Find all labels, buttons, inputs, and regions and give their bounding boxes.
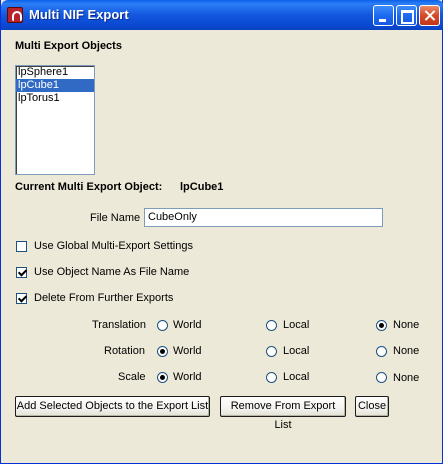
use-object-name-checkbox[interactable] xyxy=(16,267,27,278)
rotation-world-radio[interactable] xyxy=(157,346,168,357)
rotation-local-radio[interactable] xyxy=(266,346,277,357)
translation-none-radio[interactable] xyxy=(376,320,387,331)
scale-world-label: World xyxy=(173,371,202,383)
use-global-settings-checkbox[interactable] xyxy=(16,241,27,252)
list-item[interactable]: lpCube1 xyxy=(16,79,94,92)
export-objects-list[interactable]: lpSphere1 lpCube1 lpTorus1 xyxy=(15,65,95,175)
delete-from-further-checkbox[interactable] xyxy=(16,293,27,304)
multi-nif-export-window: Multi NIF Export Multi Export Objects lp… xyxy=(0,0,443,464)
rotation-label: Rotation xyxy=(104,345,145,357)
current-object-value: lpCube1 xyxy=(180,181,224,193)
list-item[interactable]: lpSphere1 xyxy=(16,66,94,79)
close-window-button[interactable] xyxy=(419,5,440,26)
translation-local-radio[interactable] xyxy=(266,320,277,331)
file-name-input[interactable]: CubeOnly xyxy=(144,208,383,227)
title-bar[interactable]: Multi NIF Export xyxy=(1,0,443,30)
use-global-settings-label: Use Global Multi-Export Settings xyxy=(34,240,193,252)
use-object-name-label: Use Object Name As File Name xyxy=(34,266,190,278)
rotation-none-label: None xyxy=(393,345,420,357)
translation-local-label: Local xyxy=(283,319,310,331)
add-selected-objects-button[interactable]: Add Selected Objects to the Export List xyxy=(15,396,210,417)
rotation-world-label: World xyxy=(173,345,202,357)
translation-label: Translation xyxy=(92,319,147,331)
objects-heading: Multi Export Objects xyxy=(15,40,122,52)
list-item[interactable]: lpTorus1 xyxy=(16,92,94,105)
scale-world-radio[interactable] xyxy=(157,372,168,383)
current-object-label: Current Multi Export Object: xyxy=(15,181,163,193)
scale-none-label: None xyxy=(393,372,420,384)
maximize-button[interactable] xyxy=(396,5,417,26)
scale-none-radio[interactable] xyxy=(376,372,387,383)
translation-world-label: World xyxy=(173,319,202,331)
app-icon xyxy=(7,7,23,23)
rotation-none-radio[interactable] xyxy=(376,346,387,357)
rotation-local-label: Local xyxy=(283,345,310,357)
window-title: Multi NIF Export xyxy=(29,7,129,22)
scale-label: Scale xyxy=(118,371,146,383)
translation-world-radio[interactable] xyxy=(157,320,168,331)
delete-from-further-label: Delete From Further Exports xyxy=(34,292,174,304)
scale-local-radio[interactable] xyxy=(266,372,277,383)
scale-local-label: Local xyxy=(283,371,310,383)
minimize-button[interactable] xyxy=(373,5,394,26)
translation-none-label: None xyxy=(393,319,420,331)
close-button[interactable]: Close xyxy=(355,396,389,417)
remove-from-export-list-button[interactable]: Remove From Export List xyxy=(220,396,346,431)
file-name-label: File Name xyxy=(90,212,141,224)
